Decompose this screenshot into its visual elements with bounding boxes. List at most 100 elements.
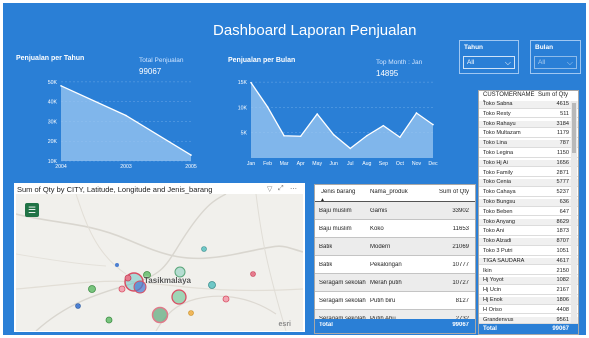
monthly-x-tick: Jul bbox=[347, 161, 354, 167]
customer-name: Toko Rahayu bbox=[483, 120, 516, 127]
monthly-point bbox=[399, 136, 401, 139]
slicer-tahun-title: Tahun bbox=[464, 44, 484, 51]
customer-qty: 511 bbox=[560, 110, 569, 117]
cell-produk: Pekalongan bbox=[370, 262, 402, 268]
cell-qty: 33902 bbox=[452, 208, 469, 214]
slicer-bulan-dropdown[interactable]: All ⌵ bbox=[534, 56, 577, 69]
customer-name: Toko Ani bbox=[483, 228, 505, 235]
customer-row[interactable]: Toko Alzadi 8707 bbox=[479, 238, 578, 246]
monthly-y-tick: 5K bbox=[241, 131, 248, 137]
customer-qty: 5777 bbox=[556, 179, 569, 186]
customer-row[interactable]: Toko Legina 1150 bbox=[479, 150, 578, 158]
customer-row[interactable]: Toko Sabna 4615 bbox=[479, 101, 578, 109]
customer-row[interactable]: Toko Lina 787 bbox=[479, 140, 578, 148]
customer-table-scrollbar[interactable] bbox=[571, 101, 577, 323]
customer-qty: 1179 bbox=[556, 130, 569, 137]
cell-jenis: Seragam sekolah bbox=[319, 280, 366, 286]
col-header-customer-qty[interactable]: Sum of Qty bbox=[538, 92, 568, 98]
customer-row[interactable]: Hj Enok 1806 bbox=[479, 297, 578, 305]
slicer-bulan-title: Bulan bbox=[535, 44, 554, 51]
table-row[interactable]: Seragam sekolah Putih biru 8127 bbox=[315, 292, 475, 310]
monthly-point bbox=[250, 81, 252, 84]
monthly-area bbox=[251, 82, 433, 158]
monthly-x-tick: Jun bbox=[330, 161, 338, 167]
customer-qty: 2167 bbox=[556, 287, 569, 294]
customer-name: Ikin bbox=[483, 267, 492, 274]
customer-qty: 1150 bbox=[556, 150, 569, 156]
monthly-x-tick: Jan bbox=[247, 161, 255, 167]
col-header-customer[interactable]: CUSTOMERNAME bbox=[483, 92, 535, 98]
customer-name: Toko Legina bbox=[483, 150, 514, 156]
customer-row[interactable]: H Oriso 4408 bbox=[479, 307, 578, 315]
customer-qty: 2871 bbox=[556, 169, 569, 176]
cell-jenis: Batik bbox=[319, 244, 333, 250]
map-city-label: Tasikmalaya bbox=[144, 276, 191, 285]
focus-icon[interactable]: ⤢ bbox=[278, 185, 284, 193]
col-header-jenis[interactable]: Jenis barang bbox=[321, 189, 355, 195]
total-label: Total bbox=[319, 322, 333, 328]
customer-row[interactable]: Toko Hj Ai 1656 bbox=[479, 159, 578, 168]
customer-row[interactable]: Toko Cahaya 5237 bbox=[479, 189, 578, 197]
product-table: Jenis barang Nama_produk Sum of Qty ▲ Ba… bbox=[314, 184, 476, 334]
col-header-qty[interactable]: Sum of Qty bbox=[439, 189, 469, 195]
customer-name: Hj Ucin bbox=[483, 287, 502, 294]
table-row[interactable]: Batik Modern 21069 bbox=[315, 238, 475, 256]
customer-qty: 3184 bbox=[556, 120, 569, 127]
customer-row[interactable]: Toko Bungsu 636 bbox=[479, 199, 578, 207]
cell-jenis: Baju muslim bbox=[319, 226, 352, 232]
monthly-x-tick: Sep bbox=[379, 161, 388, 167]
customer-name: Hj Enok bbox=[483, 297, 503, 303]
map-visual[interactable]: Sum of Qty by CITY, Latitude, Longitude … bbox=[14, 183, 305, 332]
customer-row[interactable]: Toko Ani 1873 bbox=[479, 228, 578, 237]
customer-row[interactable]: Toko 3 Putri 1051 bbox=[479, 248, 578, 256]
customer-row[interactable]: Toko Cenia 5777 bbox=[479, 179, 578, 188]
customer-row[interactable]: Toko Rahayu 3184 bbox=[479, 120, 578, 129]
dashboard-canvas: Dashboard Laporan Penjualan Penjualan pe… bbox=[3, 3, 586, 335]
customer-qty: 647 bbox=[559, 208, 569, 215]
customer-row[interactable]: Toko Anyang 8629 bbox=[479, 218, 578, 227]
slicer-tahun: Tahun All ⌵ bbox=[459, 40, 519, 74]
table-row[interactable]: Batik Pekalongan 10777 bbox=[315, 256, 475, 274]
customer-qty: 8707 bbox=[556, 238, 569, 245]
col-header-produk[interactable]: Nama_produk bbox=[370, 189, 408, 195]
map-canvas[interactable]: ☰ Tasikmalaya esri bbox=[16, 194, 303, 331]
customer-name: Hj Yoyot bbox=[483, 277, 504, 284]
cell-jenis: Batik bbox=[319, 262, 333, 268]
customer-qty: 636 bbox=[559, 199, 569, 205]
monthly-x-tick: Oct bbox=[396, 161, 405, 167]
customer-row[interactable]: Ikin 2150 bbox=[479, 268, 578, 276]
slicer-bulan: Bulan All ⌵ bbox=[530, 40, 581, 74]
slicer-tahun-value: All bbox=[467, 59, 475, 66]
cell-qty: 10777 bbox=[452, 262, 469, 268]
cell-qty: 8127 bbox=[455, 298, 469, 304]
customer-name: Toko Anyang bbox=[483, 218, 516, 225]
customer-name: Toko Alzadi bbox=[483, 238, 512, 245]
customer-name: Toko Hj Ai bbox=[483, 159, 508, 166]
customer-row[interactable]: TIGA SAUDARA 4617 bbox=[479, 257, 578, 266]
customer-name: Toko Sabna bbox=[483, 101, 513, 107]
table-row[interactable]: Baju muslim Gamis 33902 bbox=[315, 202, 475, 220]
customer-row[interactable]: Toko Family 2871 bbox=[479, 170, 578, 178]
monthly-point bbox=[266, 106, 269, 108]
customer-row[interactable]: Toko Multazam 1179 bbox=[479, 130, 578, 139]
cell-jenis: Seragam sekolah bbox=[319, 298, 366, 304]
customer-row[interactable]: Toko Beben 647 bbox=[479, 209, 578, 217]
customer-row[interactable]: Hj Ucin 2167 bbox=[479, 287, 578, 295]
table-row[interactable]: Seragam sekolah Merah putih 10727 bbox=[315, 274, 475, 292]
customer-row[interactable]: Toko Resty 511 bbox=[479, 111, 578, 119]
customer-row[interactable]: Hj Yoyot 1082 bbox=[479, 277, 578, 286]
customer-name: Toko Family bbox=[483, 169, 513, 176]
more-icon[interactable]: ⋯ bbox=[290, 185, 297, 193]
slicer-tahun-dropdown[interactable]: All ⌵ bbox=[463, 56, 515, 69]
customer-name: Toko Resty bbox=[483, 110, 511, 117]
scrollbar-thumb[interactable] bbox=[572, 103, 576, 153]
customer-total-label: Total bbox=[483, 326, 497, 332]
total-value: 99067 bbox=[452, 322, 469, 328]
monthly-x-tick: Aug bbox=[362, 161, 371, 167]
cell-qty: 21069 bbox=[452, 244, 469, 250]
table-row[interactable]: Baju muslim Koko 11653 bbox=[315, 220, 475, 238]
filter-icon[interactable]: ▽ bbox=[267, 185, 272, 193]
customer-qty: 4408 bbox=[556, 306, 569, 313]
customer-table-total: Total 99067 bbox=[479, 324, 578, 334]
customer-name: Toko Lina bbox=[483, 140, 507, 147]
